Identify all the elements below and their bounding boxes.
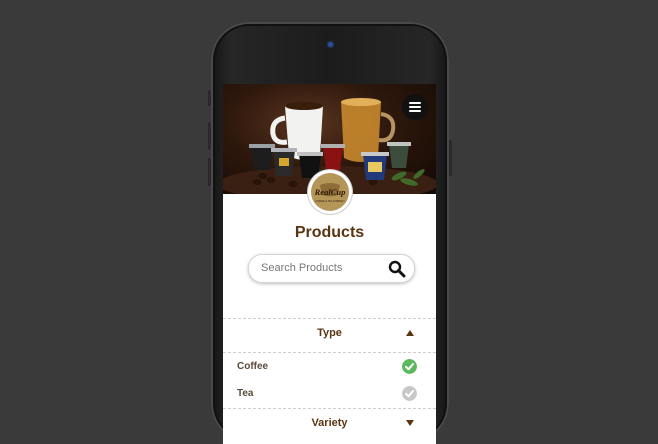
front-camera (328, 42, 333, 47)
realcup-logo: RealCup COFFEE & TEA COMPANY (308, 170, 352, 214)
app-screen: RealCup COFFEE & TEA COMPANY Products Se… (223, 84, 436, 444)
filter-type-header[interactable]: Type (223, 318, 436, 346)
hamburger-menu-icon[interactable] (402, 94, 428, 120)
filter-variety-header[interactable]: Variety (223, 408, 436, 436)
caret-up-icon[interactable] (406, 330, 414, 336)
filter-option-coffee[interactable]: Coffee (223, 352, 436, 380)
search-field[interactable]: Search Products (248, 254, 415, 283)
search-input[interactable]: Search Products (261, 262, 342, 274)
filter-option-tea[interactable]: Tea (223, 380, 436, 407)
search-icon[interactable] (388, 260, 406, 278)
phone-frame: RealCup COFFEE & TEA COMPANY Products Se… (208, 22, 452, 444)
phone-power-button (449, 140, 452, 176)
logo-tagline: COFFEE & TEA COMPANY (315, 200, 345, 203)
filter-option-label: Tea (237, 388, 254, 399)
checkmark-checked-icon[interactable] (402, 359, 417, 374)
phone-volume-down-button (208, 158, 211, 186)
phone-volume-up-button (208, 122, 211, 150)
filter-option-label: Coffee (237, 361, 269, 372)
page-title: Products (294, 224, 365, 241)
phone-mute-switch (208, 90, 211, 106)
caret-down-icon[interactable] (406, 420, 414, 426)
checkmark-unchecked-icon[interactable] (402, 386, 417, 401)
filter-variety-label: Variety (311, 417, 348, 429)
logo-wordmark: RealCup (314, 187, 346, 197)
filter-type-label: Type (317, 327, 342, 339)
